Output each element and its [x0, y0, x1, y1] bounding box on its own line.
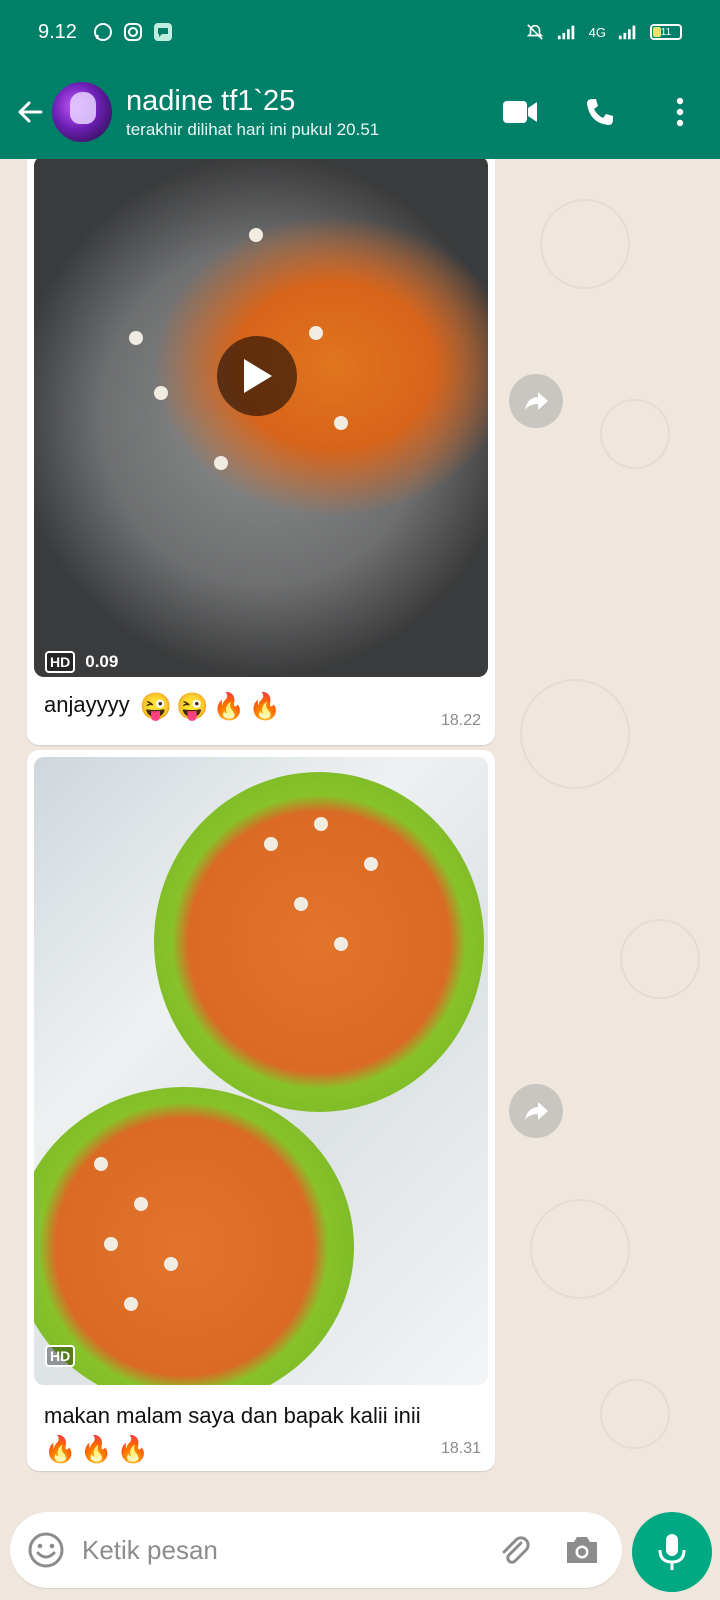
app-header: 9.12 4G 11 nadine tf1`25 terakhir diliha…: [0, 0, 720, 159]
fire-emoji: 🔥: [248, 691, 282, 722]
signal-4g-icon: [618, 22, 638, 42]
message-composer: [0, 1504, 720, 1600]
winking-tongue-emoji: 😜: [139, 691, 173, 722]
message-time: 18.22: [440, 712, 481, 729]
message-bubble[interactable]: HD 0.09 anjayyyy 😜 😜 🔥 🔥 18.22: [27, 159, 495, 745]
battery-icon: 11: [650, 24, 682, 40]
wallpaper-doodle: [520, 679, 630, 789]
forward-icon[interactable]: [509, 374, 563, 428]
mute-icon: [525, 22, 545, 42]
wallpaper-doodle: [600, 399, 670, 469]
message-input[interactable]: [68, 1528, 492, 1572]
caption-emojis: 🔥 🔥 🔥: [44, 1434, 149, 1464]
hd-badge: HD: [45, 651, 76, 673]
status-system-icons: 4G 11: [525, 22, 682, 42]
message-bubble[interactable]: HD makan malam saya dan bapak kalii inii…: [27, 750, 495, 1471]
voice-call-icon[interactable]: [580, 92, 620, 132]
caption-text: anjayyyy: [44, 692, 130, 717]
message-caption: makan malam saya dan bapak kalii inii 🔥 …: [44, 1400, 474, 1464]
video-duration: 0.09: [85, 652, 119, 671]
image-thumbnail[interactable]: HD: [34, 757, 488, 1385]
attach-icon[interactable]: [492, 1528, 536, 1572]
status-time: 9.12: [38, 20, 77, 43]
message-time: 18.31: [440, 1440, 481, 1457]
winking-tongue-emoji: 😜: [176, 691, 209, 722]
signal-icon: [557, 22, 577, 42]
status-bar: 9.12 4G 11: [0, 0, 720, 64]
status-notification-icons: [93, 22, 173, 42]
caption-text: makan malam saya dan bapak kalii inii: [44, 1403, 421, 1428]
chat-messages-area[interactable]: HD 0.09 anjayyyy 😜 😜 🔥 🔥 18.22 HD makan …: [0, 159, 720, 1504]
camera-icon[interactable]: [560, 1528, 604, 1572]
play-icon[interactable]: [217, 336, 297, 416]
microphone-icon: [658, 1534, 686, 1570]
video-thumbnail[interactable]: HD 0.09: [34, 159, 488, 677]
fire-emoji: 🔥: [116, 1434, 150, 1465]
message-caption: anjayyyy 😜 😜 🔥 🔥: [44, 689, 281, 721]
video-call-icon[interactable]: [500, 92, 540, 132]
more-options-icon[interactable]: [660, 92, 700, 132]
instagram-icon: [123, 22, 143, 42]
contact-avatar[interactable]: [52, 81, 112, 142]
wallpaper-doodle: [600, 1379, 670, 1449]
emoji-icon[interactable]: [24, 1528, 68, 1572]
fire-emoji: 🔥: [80, 1434, 113, 1465]
header-actions: [460, 92, 700, 132]
last-seen-text: terakhir dilihat hari ini pukul 20.51: [126, 119, 380, 139]
caption-emojis: 😜 😜 🔥 🔥: [140, 691, 282, 721]
whatsapp-icon: [93, 22, 113, 42]
network-type-label: 4G: [588, 24, 606, 40]
wallpaper-doodle: [530, 1199, 630, 1299]
hd-badge: HD: [45, 1345, 76, 1367]
back-arrow-icon[interactable]: [10, 92, 50, 132]
fire-emoji: 🔥: [44, 1434, 77, 1465]
wallpaper-doodle: [620, 919, 700, 999]
contact-info[interactable]: nadine tf1`25 terakhir dilihat hari ini …: [126, 84, 460, 140]
battery-level: 11: [660, 26, 672, 38]
forward-icon[interactable]: [509, 1084, 563, 1138]
message-app-icon: [153, 22, 173, 42]
wallpaper-doodle: [540, 199, 630, 289]
video-meta: HD 0.09: [45, 651, 118, 673]
image-meta: HD: [45, 1345, 76, 1367]
fire-emoji: 🔥: [212, 691, 245, 722]
chat-header: nadine tf1`25 terakhir dilihat hari ini …: [0, 64, 720, 159]
composer-pill: [10, 1512, 622, 1588]
contact-name: nadine tf1`25: [126, 84, 296, 117]
microphone-button[interactable]: [632, 1512, 712, 1592]
